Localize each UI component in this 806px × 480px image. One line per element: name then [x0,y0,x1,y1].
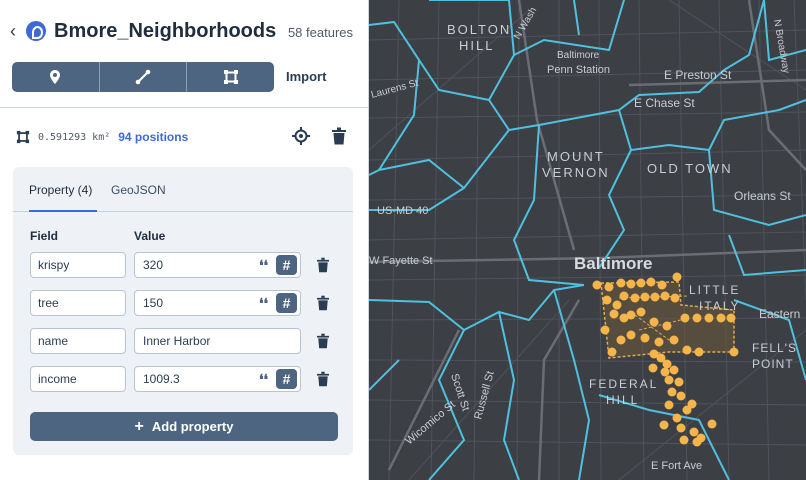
map-label-point: POINT [752,357,794,371]
field-value-text: Inner Harbor [143,334,211,348]
polygon-icon [16,130,30,144]
map-label-bolton-hill: HILL [459,38,494,53]
map-label-nbroadway: N Broadway [771,19,791,75]
field-value-input[interactable]: 320 ❛❛ # [134,252,301,278]
number-type-button[interactable]: # [276,293,297,313]
map-label-mount: MOUNT [547,149,605,164]
field-name-input[interactable]: income [30,366,126,392]
map-label-oldtown: OLD TOWN [647,161,733,176]
map-label-chase: E Chase St [634,96,695,110]
feature-summary: 0.591293 km² 94 positions [16,128,188,146]
property-row: tree 150 ❛❛ # [13,290,353,316]
map-label-russell: Russell St [472,370,496,421]
field-value-input[interactable]: 150 ❛❛ # [134,290,301,316]
map-label-fortave: E Fort Ave [651,460,702,472]
panel-header: ‹ Bmore_Neighborhoods 58 features [0,0,369,62]
property-tabs: Property (4) GeoJSON [13,167,353,212]
trash-icon[interactable] [317,295,329,311]
draw-toolbar [12,62,274,92]
map-label-preston: E Preston St [664,68,732,82]
trash-icon[interactable] [317,257,329,273]
string-type-icon[interactable]: ❛❛ [259,296,268,310]
map-label-federal: FEDERAL [589,377,658,391]
line-icon [135,69,151,85]
tab-geojson[interactable]: GeoJSON [111,183,166,197]
field-name-input[interactable]: tree [30,290,126,316]
field-value-text: 150 [143,296,164,310]
map-label-usmd: US-MD 40 [377,205,428,217]
map-label-laurens: Laurens St [370,78,420,101]
property-row: income 1009.3 ❛❛ # [13,366,353,392]
map-label-eastern: Eastern [759,307,800,321]
import-button[interactable]: Import [286,69,326,84]
map-label-little: LITTLE [689,283,740,297]
map-canvas[interactable]: BOLTON HILL Baltimore Penn Station E Pre… [369,0,806,480]
feature-count: 58 features [287,25,353,40]
add-property-label: Add property [151,419,234,434]
sidebar-panel: ‹ Bmore_Neighborhoods 58 features Import… [0,0,369,480]
map-label-federal-hill: HILL [606,393,639,407]
map-label-orleans: Orleans St [734,189,791,203]
field-value-text: 320 [143,258,164,272]
trash-icon[interactable] [317,333,329,349]
back-chevron-icon[interactable]: ‹ [10,22,16,40]
positions-link[interactable]: 94 positions [118,130,188,144]
app-logo-icon [26,21,46,41]
value-column-header: Value [134,229,166,243]
string-type-icon[interactable]: ❛❛ [259,258,268,272]
field-value-input[interactable]: 1009.3 ❛❛ # [134,366,301,392]
map-label-vernon: VERNON [542,165,610,180]
map-label-bolton: BOLTON [447,22,511,37]
add-property-button[interactable]: + Add property [30,412,338,441]
draw-line-button[interactable] [100,62,188,92]
plus-icon: + [134,417,144,435]
field-value-input[interactable]: Inner Harbor [134,328,301,354]
map-label-penn1: Baltimore [557,50,600,61]
number-type-button[interactable]: # [276,369,297,389]
map-label-fayette: W Fayette St [369,255,433,267]
field-name-input[interactable]: name [30,328,126,354]
marker-icon [50,70,61,84]
crosshair-icon[interactable] [292,127,310,145]
map-label-baltimore: Baltimore [574,254,652,273]
map-label-fells: FELL'S [752,341,797,355]
trash-icon[interactable] [317,371,329,387]
field-value-text: 1009.3 [143,372,180,386]
tab-property[interactable]: Property (4) [29,183,92,197]
property-row: krispy 320 ❛❛ # [13,252,353,278]
trash-icon[interactable] [332,127,346,145]
polygon-icon [223,70,238,84]
properties-card: Property (4) GeoJSON Field Value krispy … [13,167,353,455]
divider [0,107,369,108]
dataset-title: Bmore_Neighborhoods [54,20,277,42]
field-column-header: Field [30,229,59,243]
draw-point-button[interactable] [12,62,100,92]
map-label-penn2: Penn Station [547,64,610,76]
active-tab-indicator [29,210,97,212]
field-name-input[interactable]: krispy [30,252,126,278]
number-type-button[interactable]: # [276,255,297,275]
property-row: name Inner Harbor [13,328,353,354]
string-type-icon[interactable]: ❛❛ [259,372,268,386]
map-label-italy: ITALY [699,299,741,313]
feature-area: 0.591293 km² [38,131,111,143]
map-layer: BOLTON HILL Baltimore Penn Station E Pre… [369,0,806,480]
draw-polygon-button[interactable] [187,62,274,92]
